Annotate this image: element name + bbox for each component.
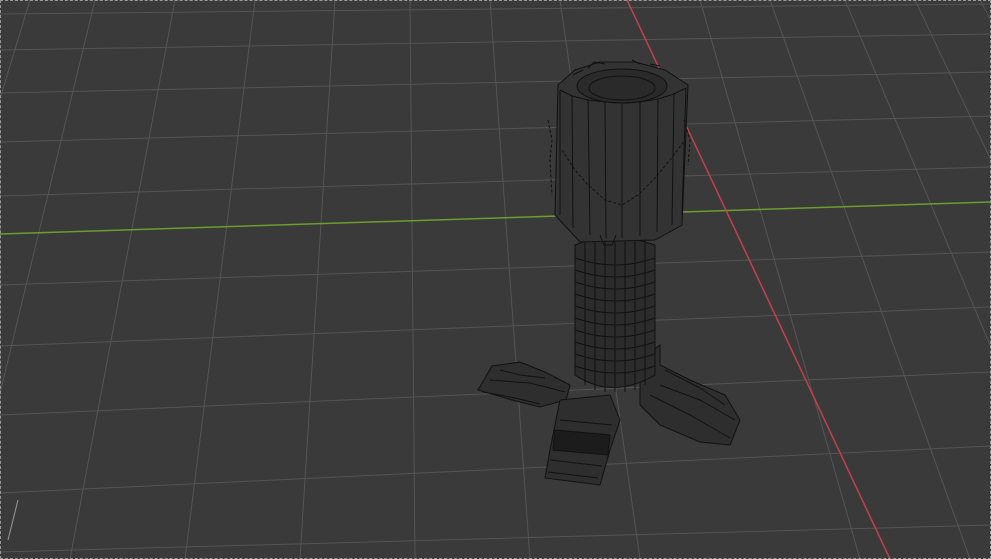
tower-column bbox=[574, 237, 656, 392]
viewport-canvas[interactable] bbox=[0, 0, 991, 559]
3d-viewport[interactable] bbox=[0, 0, 991, 559]
tower-cup bbox=[547, 59, 691, 246]
